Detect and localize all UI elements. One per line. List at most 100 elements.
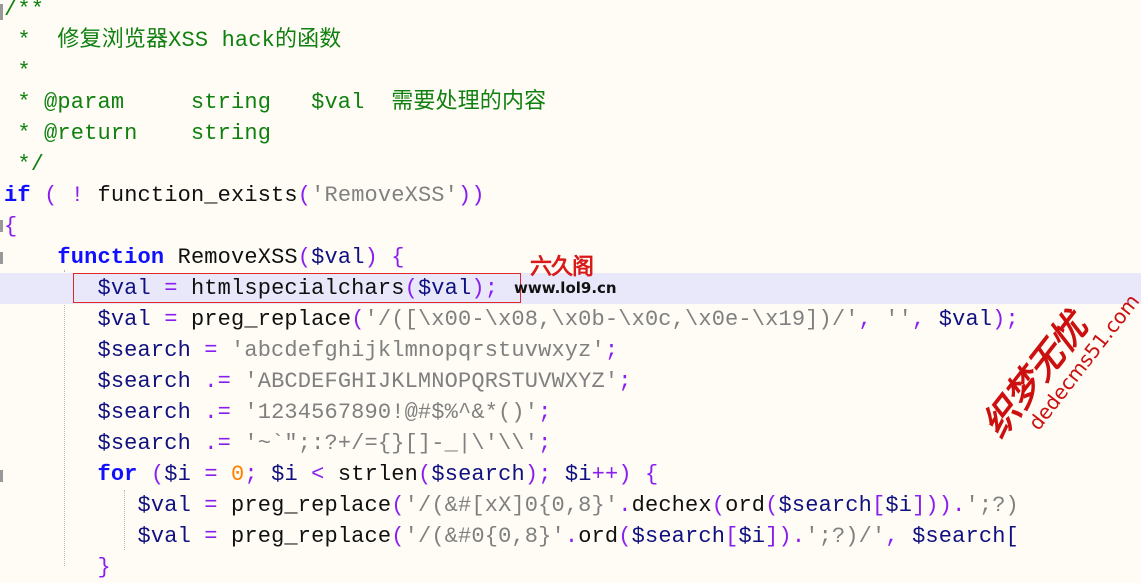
code-token: $i xyxy=(885,493,913,518)
fold-marker[interactable] xyxy=(0,4,3,20)
code-token: { xyxy=(391,245,405,270)
code-line-text: $search .= '~`";:?+/={}[]-_|\'\\'; xyxy=(4,428,551,459)
code-token: '' xyxy=(885,307,913,332)
code-token: ';?) xyxy=(965,493,1019,518)
code-token: . xyxy=(618,493,632,518)
code-token: = xyxy=(190,524,232,549)
code-line-text: $val = preg_replace('/(&#0{0,8}'.ord($se… xyxy=(4,521,1019,552)
code-token: /** xyxy=(4,0,45,22)
code-token: $i xyxy=(164,462,191,487)
fold-marker[interactable] xyxy=(0,252,3,264)
code-token: $val xyxy=(311,245,365,270)
code-token: , xyxy=(885,524,913,549)
code-token: $val xyxy=(137,493,191,518)
code-token: ( xyxy=(765,493,779,518)
watermark-url: www.lol9.cn xyxy=(514,279,617,297)
code-line-text: $search .= '1234567890!@#$%^&*()'; xyxy=(4,397,551,428)
code-token: dechex xyxy=(631,493,712,518)
code-token: , xyxy=(912,307,939,332)
code-token: } xyxy=(97,555,111,580)
code-token: '/([\x00-\x08,\x0b-\x0c,\x0e-\x19])/' xyxy=(364,307,859,332)
code-token: RemoveXSS xyxy=(164,245,298,270)
code-token: * xyxy=(4,59,31,84)
code-token: [ xyxy=(725,524,739,549)
code-token: ( xyxy=(711,493,726,518)
code-token: ; xyxy=(538,400,552,425)
code-token: preg_replace xyxy=(231,524,392,549)
code-token: ); xyxy=(524,462,565,487)
code-token: [ xyxy=(871,493,886,518)
code-line-text: for ($i = 0; $i < strlen($search); $i++)… xyxy=(4,459,658,490)
code-line-text: /** xyxy=(4,0,44,25)
code-token: $search xyxy=(97,338,191,363)
code-token: $i xyxy=(271,462,298,487)
code-token: ( ! xyxy=(30,183,98,208)
code-token: ';?)/' xyxy=(805,524,886,549)
code-line-text: } xyxy=(4,552,111,583)
code-token: ])). xyxy=(912,493,966,518)
code-token: * 修复浏览器XSS hack的函数 xyxy=(4,28,342,53)
fold-marker[interactable] xyxy=(0,220,3,232)
code-token: preg_replace xyxy=(190,307,352,332)
code-token: '/(&#[xX]0{0,8}' xyxy=(404,493,619,518)
code-token: .= xyxy=(190,400,245,425)
code-token: < xyxy=(297,462,338,487)
code-token: function_exists xyxy=(97,183,298,208)
code-token: $search xyxy=(431,462,525,487)
code-token: function xyxy=(57,245,165,270)
code-line-text: function RemoveXSS($val) { xyxy=(4,242,405,273)
code-token: ]). xyxy=(765,524,806,549)
code-token: ( xyxy=(137,462,165,487)
code-line-text: if ( ! function_exists('RemoveXSS')) xyxy=(4,180,485,211)
code-token: 'ABCDEFGHIJKLMNOPQRSTUVWXYZ' xyxy=(244,369,619,394)
code-token: '~`";:?+/={}[]-_|\'\\' xyxy=(244,431,539,456)
code-token: 'RemoveXSS' xyxy=(311,183,459,208)
code-token: $val xyxy=(97,307,151,332)
code-line-text: $val = preg_replace('/([\x00-\x08,\x0b-\… xyxy=(4,304,1019,335)
code-token: $val xyxy=(137,524,191,549)
code-token: $val xyxy=(938,307,993,332)
code-line-text: * @param string $val 需要处理的内容 xyxy=(4,87,546,118)
code-token: $search[ xyxy=(912,524,1019,549)
code-token: ); xyxy=(992,307,1019,332)
code-token: ++) { xyxy=(591,462,659,487)
code-token: = xyxy=(190,338,231,363)
fold-marker[interactable] xyxy=(0,470,3,482)
code-token: .= xyxy=(190,369,245,394)
code-line-text: * 修复浏览器XSS hack的函数 xyxy=(4,25,341,56)
code-line-text: $val = preg_replace('/(&#[xX]0{0,8}'.dec… xyxy=(4,490,1019,521)
code-token: = xyxy=(150,307,191,332)
code-editor[interactable]: /** * 修复浏览器XSS hack的函数 * * @param string… xyxy=(0,0,1141,580)
code-token: 0 xyxy=(231,462,245,487)
code-line-text: { xyxy=(4,211,17,242)
code-token: ( xyxy=(351,307,365,332)
code-token: if xyxy=(4,183,31,208)
code-line-text: * @return string xyxy=(4,118,271,149)
code-token: ord xyxy=(725,493,766,518)
code-token: ord xyxy=(578,524,619,549)
code-token: strlen xyxy=(337,462,419,487)
code-token: '/(&#0{0,8}' xyxy=(404,524,565,549)
code-token: $search xyxy=(97,400,191,425)
code-token: ; xyxy=(604,338,619,363)
code-token: $search xyxy=(778,493,872,518)
code-token: $i xyxy=(738,524,766,549)
code-token: ) xyxy=(364,245,378,270)
watermark-brand: 六久阁 xyxy=(530,255,594,280)
code-token: ; xyxy=(618,369,632,394)
code-line-text: $search .= 'ABCDEFGHIJKLMNOPQRSTUVWXYZ'; xyxy=(4,366,632,397)
code-token: ( xyxy=(618,524,632,549)
code-token: ( xyxy=(418,462,432,487)
code-token: */ xyxy=(4,152,45,177)
highlight-box xyxy=(73,273,521,303)
code-token: preg_replace xyxy=(231,493,392,518)
